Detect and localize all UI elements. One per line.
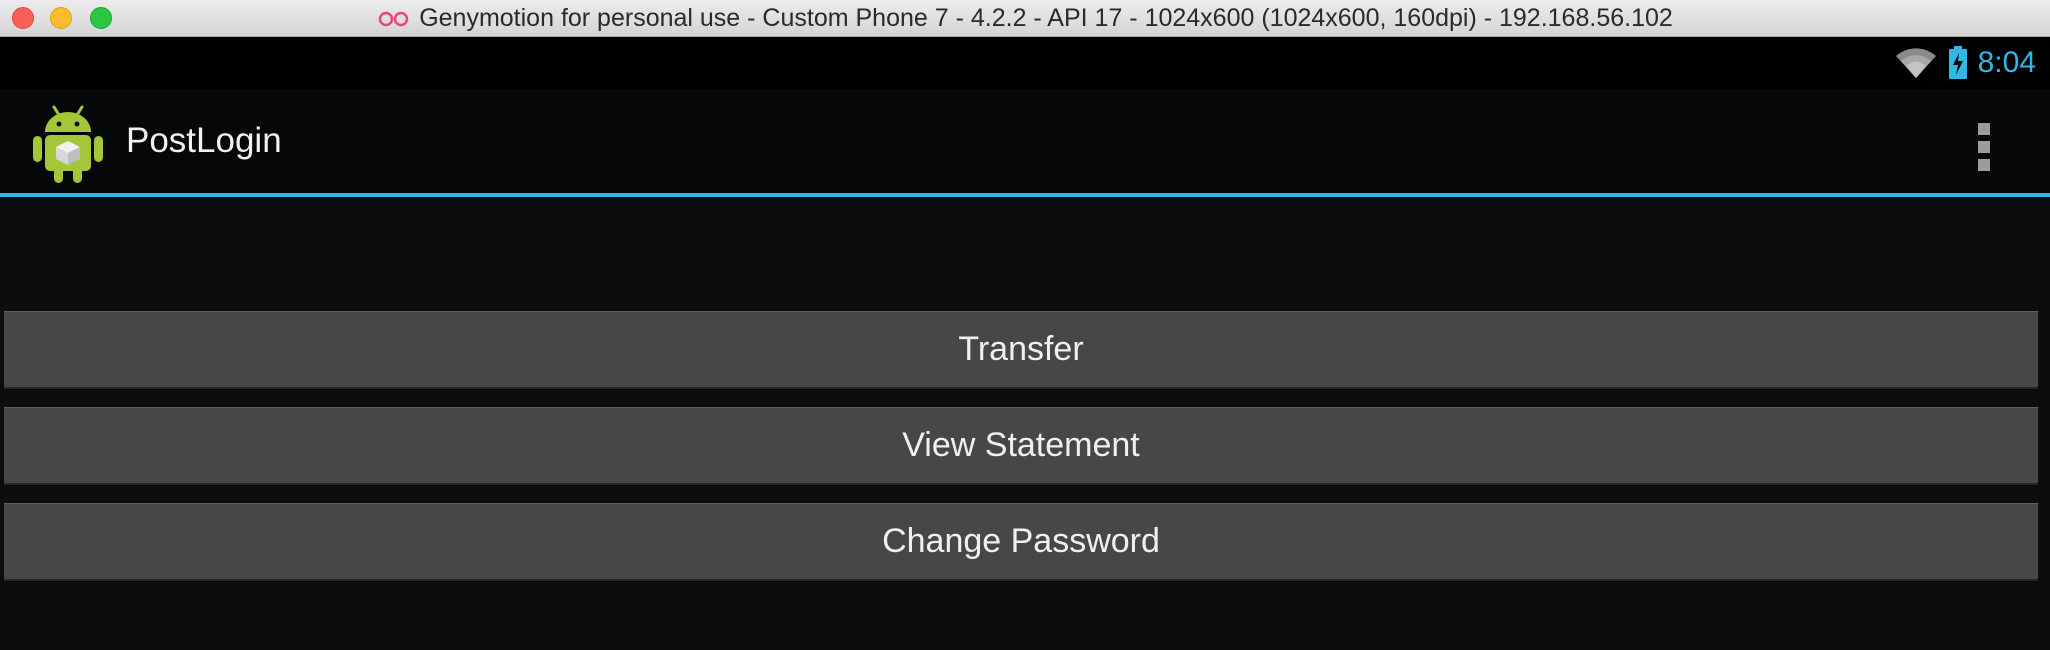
overflow-menu-icon[interactable] bbox=[1974, 123, 1994, 171]
main-content: Transfer View Statement Change Password bbox=[0, 197, 2050, 650]
view-statement-button[interactable]: View Statement bbox=[4, 407, 2038, 485]
genymotion-logo-icon bbox=[378, 11, 409, 26]
transfer-button[interactable]: Transfer bbox=[4, 311, 2038, 389]
window-title: Genymotion for personal use - Custom Pho… bbox=[419, 4, 1673, 32]
battery-charging-icon bbox=[1948, 46, 1967, 79]
overflow-dot bbox=[1978, 123, 1990, 135]
change-password-button[interactable]: Change Password bbox=[4, 503, 2038, 581]
action-bar-title: PostLogin bbox=[126, 121, 282, 160]
android-robot-icon[interactable] bbox=[30, 101, 106, 185]
android-status-bar: 8:04 bbox=[0, 37, 2050, 89]
overflow-dot bbox=[1978, 159, 1990, 171]
action-bar: PostLogin bbox=[0, 89, 2050, 197]
window-titlebar: Genymotion for personal use - Custom Pho… bbox=[0, 0, 2050, 37]
status-clock: 8:04 bbox=[1977, 46, 2036, 79]
emulator-window: Genymotion for personal use - Custom Pho… bbox=[0, 0, 2050, 650]
overflow-dot bbox=[1978, 141, 1990, 153]
wifi-icon bbox=[1895, 48, 1936, 78]
